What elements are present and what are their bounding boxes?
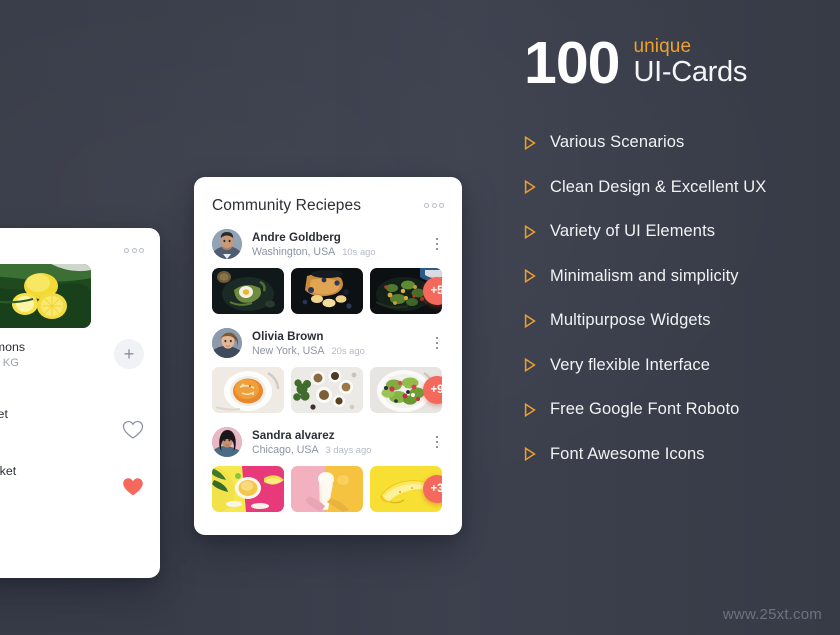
author-meta: Chicago, USA 3 days ago [252, 444, 430, 456]
heart-outline-icon[interactable] [122, 420, 144, 440]
post-thumbnails: +9 [212, 367, 444, 413]
post-header: Olivia Brown New York, USA 20s ago [212, 328, 444, 358]
product-price: $5 / KG [0, 356, 19, 369]
product-meta: Lemons $5 / KG + [0, 339, 144, 369]
feature-item: Clean Design & Excellent UX [524, 173, 824, 202]
author-location: Chicago, USA [252, 443, 319, 456]
post-thumbnails: +3 [212, 466, 444, 512]
feature-label: Minimalism and simplicity [550, 266, 739, 285]
more-horizontal-icon[interactable] [424, 197, 444, 208]
author-name: Sandra alvarez [252, 428, 335, 442]
grocery-card: Lemons $5 / KG + ou n Food Market - 06:0… [0, 228, 160, 578]
market-hours: - 12:00 pm [0, 482, 122, 494]
promo-panel: 100 unique UI-Cards Various Scenarios Cl… [524, 30, 824, 484]
thumbnail-green-salad-bowl[interactable]: +9 [370, 367, 442, 413]
product-thumbnail-row [0, 264, 144, 328]
post-header: Sandra alvarez Chicago, USA 3 days ago [212, 427, 444, 457]
card-title: Community Reciepes [212, 197, 362, 214]
post-time: 3 days ago [325, 443, 372, 455]
market-list-item[interactable]: n Food Market - 06:00 pm .8 | 2 km [0, 407, 144, 453]
product-texts: Lemons $5 / KG [0, 340, 114, 369]
triangle-right-outline-icon [524, 313, 536, 328]
triangle-right-outline-icon [524, 402, 536, 417]
heart-filled-icon[interactable] [122, 477, 144, 497]
feature-item: Variety of UI Elements [524, 217, 824, 246]
market-stats: .5 | 3.7 km [0, 498, 122, 510]
triangle-right-outline-icon [524, 135, 536, 150]
avatar-sandra-alvarez[interactable] [212, 427, 242, 457]
author-name: Andre Goldberg [252, 230, 341, 244]
post-item: Sandra alvarez Chicago, USA 3 days ago +… [212, 427, 444, 512]
feature-label: Clean Design & Excellent UX [550, 177, 767, 196]
promo-headline-text: unique UI-Cards [633, 35, 748, 90]
author-location: Washington, USA [252, 245, 336, 258]
post-time: 10s ago [342, 245, 376, 257]
more-horizontal-icon[interactable] [124, 242, 144, 253]
thumbnail-table-spread-broccoli[interactable] [291, 367, 363, 413]
product-name: Lemons [0, 339, 26, 354]
feature-label: Font Awesome Icons [550, 444, 705, 463]
more-vertical-icon[interactable] [430, 237, 444, 251]
post-time: 20s ago [331, 344, 365, 356]
author-meta: Washington, USA 10s ago [252, 246, 430, 258]
triangle-right-outline-icon [524, 180, 536, 195]
market-hours: - 06:00 pm [0, 425, 122, 437]
feature-label: Multipurpose Widgets [550, 311, 711, 330]
feature-label: Variety of UI Elements [550, 222, 716, 241]
thumbnail-french-toast-berries[interactable] [291, 268, 363, 314]
market-stats: .8 | 2 km [0, 441, 122, 453]
thumbnail-banana-yellow[interactable]: +3 [370, 466, 442, 512]
triangle-right-outline-icon [524, 224, 536, 239]
market-list-item[interactable]: n Ocean Market - 12:00 pm .5 | 3.7 km [0, 464, 144, 510]
post-thumbnails: +5 [212, 268, 444, 314]
promo-headline: 100 unique UI-Cards [524, 30, 824, 96]
author-meta: New York, USA 20s ago [252, 345, 430, 357]
thumbnail-dark-salad-bowl[interactable]: +5 [370, 268, 442, 314]
triangle-right-outline-icon [524, 358, 536, 373]
feature-item: Various Scenarios [524, 128, 824, 157]
avatar-andre-goldberg[interactable] [212, 229, 242, 259]
feature-item: Very flexible Interface [524, 351, 824, 380]
feature-label: Various Scenarios [550, 133, 685, 152]
author-name: Olivia Brown [252, 329, 324, 343]
triangle-right-outline-icon [524, 269, 536, 284]
author-location: New York, USA [252, 344, 325, 357]
feature-item: Multipurpose Widgets [524, 306, 824, 335]
feature-label: Free Google Font Roboto [550, 400, 740, 419]
plus-icon[interactable]: + [114, 339, 144, 369]
market-texts: n Food Market - 06:00 pm .8 | 2 km [0, 407, 122, 453]
triangle-right-outline-icon [524, 447, 536, 462]
promo-unique-label: unique [633, 35, 692, 57]
post-header: Andre Goldberg Washington, USA 10s ago [212, 229, 444, 259]
avatar-olivia-brown[interactable] [212, 328, 242, 358]
thumbnail-pumpkin-soup[interactable] [212, 367, 284, 413]
promo-count: 100 [524, 30, 620, 96]
more-vertical-icon[interactable] [430, 336, 444, 350]
feature-item: Free Google Font Roboto [524, 395, 824, 424]
post-author: Olivia Brown New York, USA 20s ago [252, 330, 430, 357]
card-header: Community Reciepes [212, 197, 444, 215]
post-item: Andre Goldberg Washington, USA 10s ago +… [212, 229, 444, 314]
watermark: www.25xt.com [722, 606, 822, 623]
feature-list: Various Scenarios Clean Design & Excelle… [524, 128, 824, 469]
grocery-card-header [0, 242, 144, 253]
community-recipes-card: Community Reciepes Andre Goldberg Washin… [194, 177, 462, 535]
post-item: Olivia Brown New York, USA 20s ago +9 [212, 328, 444, 413]
feature-item: Minimalism and simplicity [524, 262, 824, 291]
feature-item: Font Awesome Icons [524, 440, 824, 469]
more-vertical-icon[interactable] [430, 435, 444, 449]
thumbnail-smoothie-flatlay-pink[interactable] [212, 466, 284, 512]
market-name: n Ocean Market [0, 464, 17, 478]
thumbnail-ice-cream-cone[interactable] [291, 466, 363, 512]
post-author: Andre Goldberg Washington, USA 10s ago [252, 231, 430, 258]
market-name: n Food Market [0, 407, 8, 421]
post-author: Sandra alvarez Chicago, USA 3 days ago [252, 429, 430, 456]
thumbnail-avocado-egg-toast[interactable] [212, 268, 284, 314]
market-texts: n Ocean Market - 12:00 pm .5 | 3.7 km [0, 464, 122, 510]
near-you-label: ou [0, 385, 144, 396]
thumbnail-lemons-on-leaf[interactable] [0, 264, 91, 328]
promo-product-label: UI-Cards [633, 55, 748, 88]
feature-label: Very flexible Interface [550, 355, 711, 374]
